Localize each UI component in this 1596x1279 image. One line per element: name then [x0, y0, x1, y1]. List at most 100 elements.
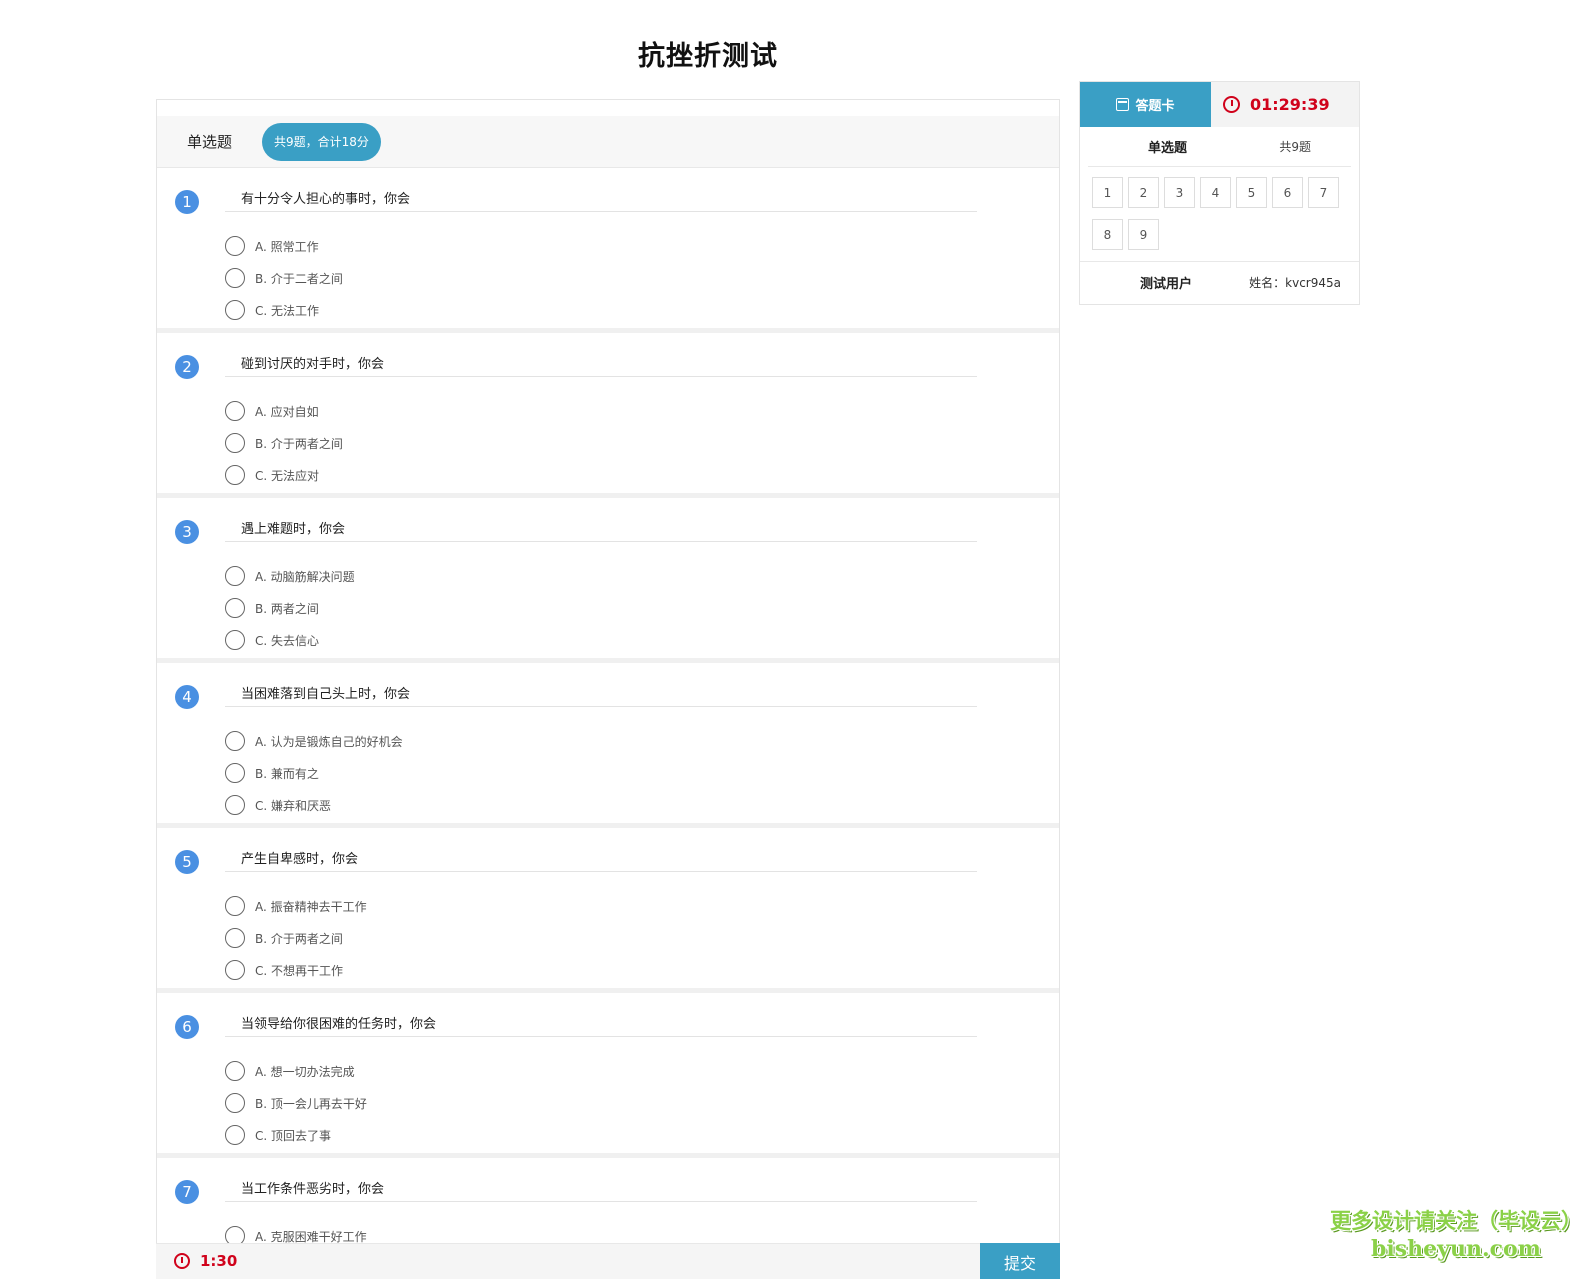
option-list: A. 动脑筋解决问题 B. 两者之间 C. 失去信心: [225, 560, 355, 656]
radio-button[interactable]: [225, 960, 245, 980]
radio-button[interactable]: [225, 300, 245, 320]
question-jump-button[interactable]: 8: [1092, 219, 1123, 250]
calendar-check-icon: [1116, 98, 1130, 111]
option-item[interactable]: B. 兼而有之: [225, 757, 403, 789]
question-jump-button[interactable]: 3: [1164, 177, 1195, 208]
option-list: A. 振奋精神去干工作 B. 介于两者之间 C. 不想再干工作: [225, 890, 367, 986]
option-item[interactable]: C. 无法工作: [225, 294, 343, 326]
option-label[interactable]: B. 介于二者之间: [255, 270, 343, 287]
option-item[interactable]: B. 介于两者之间: [225, 922, 367, 954]
question-number: 4: [175, 685, 199, 709]
option-label[interactable]: B. 介于两者之间: [255, 435, 343, 452]
option-list: A. 照常工作 B. 介于二者之间 C. 无法工作: [225, 230, 343, 326]
answer-card-tab-label: 答题卡: [1135, 99, 1175, 114]
option-item[interactable]: A. 振奋精神去干工作: [225, 890, 367, 922]
option-label[interactable]: B. 两者之间: [255, 600, 319, 617]
option-list: A. 应对自如 B. 介于两者之间 C. 无法应对: [225, 395, 343, 491]
option-item[interactable]: B. 介于两者之间: [225, 427, 343, 459]
option-label[interactable]: B. 顶一会儿再去干好: [255, 1095, 367, 1112]
answer-card-section: 单选题 共9题: [1088, 127, 1351, 167]
option-label[interactable]: A. 照常工作: [255, 238, 319, 255]
question-item: 2 碰到讨厌的对手时，你会 A. 应对自如 B. 介于两者之间 C. 无法应对: [157, 333, 1059, 498]
question-item: 5 产生自卑感时，你会 A. 振奋精神去干工作 B. 介于两者之间 C. 不想再…: [157, 828, 1059, 993]
question-item: 1 有十分令人担心的事时，你会 A. 照常工作 B. 介于二者之间 C. 无法工…: [157, 168, 1059, 333]
option-item[interactable]: C. 不想再干工作: [225, 954, 367, 986]
option-label[interactable]: B. 兼而有之: [255, 765, 319, 782]
question-text: 当工作条件恶劣时，你会: [225, 1178, 977, 1202]
radio-button[interactable]: [225, 236, 245, 256]
watermark: 更多设计请关注（毕设云） bisheyun.com: [1318, 1207, 1594, 1263]
question-jump-button[interactable]: 2: [1128, 177, 1159, 208]
option-label[interactable]: A. 想一切办法完成: [255, 1063, 355, 1080]
bottom-timer: 1:30: [174, 1252, 237, 1270]
question-jump-button[interactable]: 5: [1236, 177, 1267, 208]
option-label[interactable]: A. 认为是锻炼自己的好机会: [255, 733, 403, 750]
option-label[interactable]: A. 应对自如: [255, 403, 319, 420]
option-item[interactable]: A. 动脑筋解决问题: [225, 560, 355, 592]
option-label[interactable]: C. 无法工作: [255, 302, 319, 319]
question-text: 当领导给你很困难的任务时，你会: [225, 1013, 977, 1037]
question-text: 产生自卑感时，你会: [225, 848, 977, 872]
countdown-timer: 01:29:39: [1211, 82, 1330, 127]
clock-icon: [174, 1253, 190, 1269]
radio-button[interactable]: [225, 896, 245, 916]
option-item[interactable]: B. 两者之间: [225, 592, 355, 624]
question-item: 6 当领导给你很困难的任务时，你会 A. 想一切办法完成 B. 顶一会儿再去干好…: [157, 993, 1059, 1158]
option-label[interactable]: C. 不想再干工作: [255, 962, 343, 979]
radio-button[interactable]: [225, 268, 245, 288]
option-label[interactable]: C. 顶回去了事: [255, 1127, 331, 1144]
option-label[interactable]: C. 无法应对: [255, 467, 319, 484]
section-title: 单选题: [187, 133, 233, 151]
radio-button[interactable]: [225, 465, 245, 485]
answer-card-section-count: 共9题: [1279, 140, 1311, 154]
answer-card-header: 答题卡 01:29:39: [1080, 82, 1359, 127]
question-number: 7: [175, 1180, 199, 1204]
question-jump-button[interactable]: 7: [1308, 177, 1339, 208]
option-item[interactable]: A. 想一切办法完成: [225, 1055, 367, 1087]
option-label[interactable]: A. 克服困难干好工作: [255, 1228, 367, 1245]
radio-button[interactable]: [225, 1125, 245, 1145]
radio-button[interactable]: [225, 763, 245, 783]
option-item[interactable]: C. 无法应对: [225, 459, 343, 491]
radio-button[interactable]: [225, 630, 245, 650]
bottom-bar: 1:30 提交: [156, 1243, 1060, 1279]
radio-button[interactable]: [225, 401, 245, 421]
option-item[interactable]: A. 认为是锻炼自己的好机会: [225, 725, 403, 757]
option-label[interactable]: C. 嫌弃和厌恶: [255, 797, 331, 814]
option-item[interactable]: A. 应对自如: [225, 395, 343, 427]
option-item[interactable]: B. 顶一会儿再去干好: [225, 1087, 367, 1119]
option-list: A. 认为是锻炼自己的好机会 B. 兼而有之 C. 嫌弃和厌恶: [225, 725, 403, 821]
submit-button[interactable]: 提交: [980, 1243, 1060, 1279]
option-item[interactable]: C. 顶回去了事: [225, 1119, 367, 1151]
radio-button[interactable]: [225, 928, 245, 948]
question-jump-button[interactable]: 4: [1200, 177, 1231, 208]
option-list: A. 想一切办法完成 B. 顶一会儿再去干好 C. 顶回去了事: [225, 1055, 367, 1151]
question-text: 碰到讨厌的对手时，你会: [225, 353, 977, 377]
question-number: 5: [175, 850, 199, 874]
answer-card-tab[interactable]: 答题卡: [1080, 82, 1211, 127]
user-label: 测试用户: [1140, 277, 1193, 292]
radio-button[interactable]: [225, 598, 245, 618]
question-jump-button[interactable]: 1: [1092, 177, 1123, 208]
option-label[interactable]: A. 振奋精神去干工作: [255, 898, 367, 915]
option-label[interactable]: B. 介于两者之间: [255, 930, 343, 947]
radio-button[interactable]: [225, 1061, 245, 1081]
user-name: 姓名：kvcr945a: [1249, 276, 1341, 290]
clock-icon: [1223, 96, 1240, 113]
answer-card: 答题卡 01:29:39 单选题 共9题 1 2 3 4 5 6 7 8 9 测…: [1079, 81, 1360, 305]
option-item[interactable]: C. 嫌弃和厌恶: [225, 789, 403, 821]
option-item[interactable]: B. 介于二者之间: [225, 262, 343, 294]
question-number: 6: [175, 1015, 199, 1039]
radio-button[interactable]: [225, 433, 245, 453]
option-label[interactable]: A. 动脑筋解决问题: [255, 568, 355, 585]
radio-button[interactable]: [225, 1093, 245, 1113]
option-item[interactable]: C. 失去信心: [225, 624, 355, 656]
radio-button[interactable]: [225, 566, 245, 586]
question-jump-button[interactable]: 6: [1272, 177, 1303, 208]
option-item[interactable]: A. 照常工作: [225, 230, 343, 262]
radio-button[interactable]: [225, 795, 245, 815]
question-jump-button[interactable]: 9: [1128, 219, 1159, 250]
radio-button[interactable]: [225, 731, 245, 751]
question-text: 遇上难题时，你会: [225, 518, 977, 542]
option-label[interactable]: C. 失去信心: [255, 632, 319, 649]
